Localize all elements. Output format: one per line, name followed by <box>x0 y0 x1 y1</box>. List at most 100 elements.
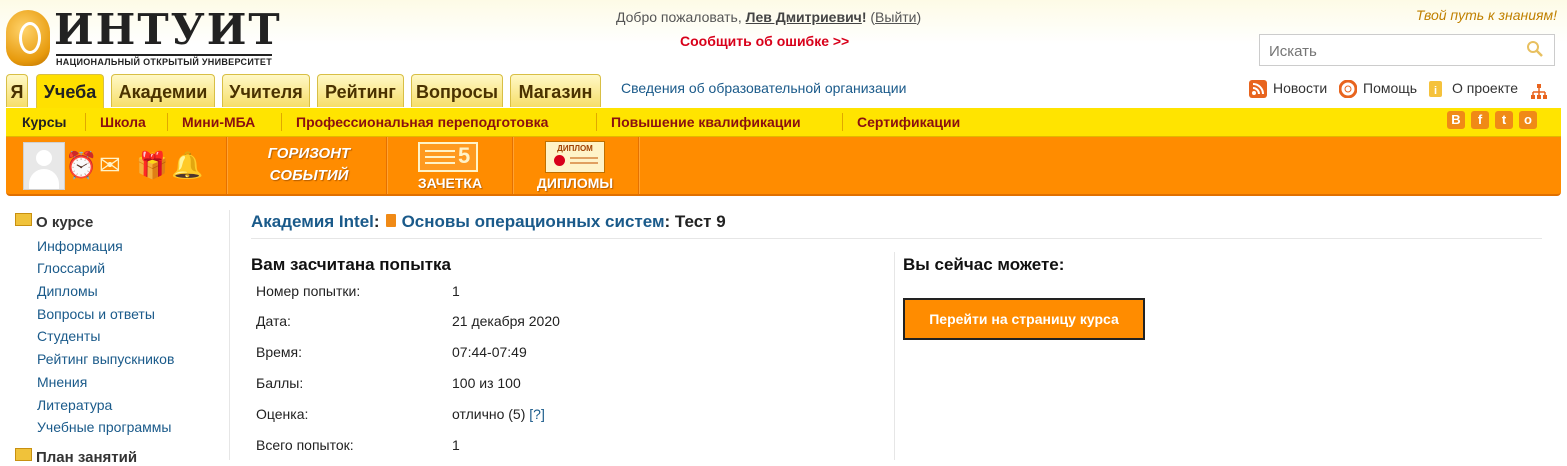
tab-rating[interactable]: Рейтинг <box>317 74 404 107</box>
gift-icon[interactable]: 🎁 <box>136 150 168 180</box>
tab-study[interactable]: Учеба <box>36 74 104 109</box>
tab-teachers[interactable]: Учителя <box>222 74 310 107</box>
search-box <box>1259 34 1555 66</box>
sidebar-header-about[interactable]: О курсе <box>15 213 93 231</box>
odnoklassniki-icon[interactable]: о <box>1519 111 1537 129</box>
attempt-date-value: 21 декабря 2020 <box>452 313 560 329</box>
sidebar-item-info[interactable]: Информация <box>37 238 123 254</box>
subnav-divider <box>596 113 597 131</box>
grade-help-link[interactable]: [?] <box>529 406 545 422</box>
sidebar-header-plan[interactable]: План занятий <box>15 448 137 466</box>
user-toolbar: ⏰ ✉ 🎁 🔔 ГОРИЗОНТ СОБЫТИЙ 5 ЗАЧЕТКА ДИПЛО… <box>6 137 1561 196</box>
attempt-score-label: Баллы: <box>256 375 304 391</box>
subnav-certifications[interactable]: Сертификации <box>857 114 960 130</box>
attempt-grade-cell: отлично (5) [?] <box>452 406 545 422</box>
attempt-number-label: Номер попытки: <box>256 283 361 299</box>
record-book-button[interactable]: 5 ЗАЧЕТКА <box>391 137 509 194</box>
breadcrumb: Академия Intel: Основы операционных систе… <box>251 212 726 232</box>
toolbar-divider <box>226 137 227 194</box>
book-icon <box>385 214 396 227</box>
subnav-divider <box>281 113 282 131</box>
diplomas-label: ДИПЛОМЫ <box>536 175 614 191</box>
search-icon[interactable] <box>1526 40 1544 58</box>
attempt-time-value: 07:44-07:49 <box>452 344 527 360</box>
facebook-icon[interactable]: f <box>1471 111 1489 129</box>
attempt-score-value: 100 из 100 <box>452 375 521 391</box>
search-input[interactable] <box>1267 36 1521 66</box>
subnav-divider <box>85 113 86 131</box>
record-book-label: ЗАЧЕТКА <box>417 175 483 191</box>
sidebar-header-plan-label: План занятий <box>36 449 138 466</box>
rss-icon[interactable] <box>1249 80 1267 98</box>
news-link[interactable]: Новости <box>1273 80 1327 96</box>
logo-title: ИНТУИТ <box>54 5 282 54</box>
sidebar-item-graduates-rating[interactable]: Рейтинг выпускников <box>37 351 174 367</box>
info-icon[interactable]: i <box>1427 80 1445 98</box>
sidebar-header-about-label: О курсе <box>36 214 94 231</box>
go-to-course-button[interactable]: Перейти на страницу курса <box>903 298 1145 340</box>
lifebuoy-icon[interactable] <box>1339 80 1357 98</box>
sidebar-item-students[interactable]: Студенты <box>37 328 100 344</box>
attempt-grade-label: Оценка: <box>256 406 309 422</box>
breadcrumb-academy-link[interactable]: Академия Intel <box>251 212 374 231</box>
welcome-prefix: Добро пожаловать, <box>616 9 742 25</box>
sidebar-item-diplomas[interactable]: Дипломы <box>37 283 98 299</box>
intuit-logo[interactable]: ИНТУИТ НАЦИОНАЛЬНЫЙ ОТКРЫТЫЙ УНИВЕРСИТЕТ <box>6 6 286 70</box>
subnav-school[interactable]: Школа <box>100 114 146 130</box>
title-divider <box>251 238 1542 239</box>
vk-icon[interactable]: В <box>1447 111 1465 129</box>
events-horizon-button[interactable]: ГОРИЗОНТ СОБЫТИЙ <box>234 137 384 194</box>
diploma-icon: ДИПЛОМ <box>545 141 605 173</box>
sitemap-icon[interactable] <box>1530 83 1548 101</box>
sidebar-item-literature[interactable]: Литература <box>37 397 112 413</box>
subnav-retraining[interactable]: Профессиональная переподготовка <box>296 114 548 130</box>
sidebar-item-glossary[interactable]: Глоссарий <box>37 260 105 276</box>
attempt-total-label: Всего попыток: <box>256 437 354 453</box>
tab-shop[interactable]: Магазин <box>510 74 601 107</box>
logo-subtitle: НАЦИОНАЛЬНЫЙ ОТКРЫТЫЙ УНИВЕРСИТЕТ <box>56 54 273 67</box>
logout-link[interactable]: Выйти <box>875 9 916 25</box>
toolbar-divider <box>512 137 513 194</box>
sidebar-item-opinions[interactable]: Мнения <box>37 374 87 390</box>
grade-digit: 5 <box>458 143 471 168</box>
actions-heading: Вы сейчас можете: <box>903 255 1065 274</box>
attempt-date-label: Дата: <box>256 313 291 329</box>
twitter-icon[interactable]: t <box>1495 111 1513 129</box>
sidebar-item-curricula[interactable]: Учебные программы <box>37 419 171 435</box>
subnav-mini-mba[interactable]: Мини-МБА <box>182 114 255 130</box>
sidebar-divider <box>229 210 230 460</box>
toolbar-divider <box>386 137 387 194</box>
svg-text:i: i <box>1434 85 1437 97</box>
envelope-icon[interactable]: ✉ <box>99 150 121 180</box>
logout-close: ) <box>916 9 922 25</box>
avatar[interactable] <box>23 142 65 190</box>
alarm-clock-icon[interactable]: ⏰ <box>65 150 97 180</box>
tab-me[interactable]: Я <box>6 74 28 107</box>
diploma-small-text: ДИПЛОМ <box>557 144 593 153</box>
intuit-emblem-icon <box>6 10 50 66</box>
subnav-qualification[interactable]: Повышение квалификации <box>611 114 801 130</box>
subnav-courses[interactable]: Курсы <box>22 114 66 130</box>
attempt-heading: Вам засчитана попытка <box>251 255 451 274</box>
bell-icon[interactable]: 🔔 <box>171 150 203 180</box>
attempt-number-value: 1 <box>452 283 460 299</box>
folder-icon <box>15 448 32 461</box>
toolbar-divider <box>638 137 639 194</box>
about-link[interactable]: О проекте <box>1452 80 1518 96</box>
attempt-time-label: Время: <box>256 344 303 360</box>
tab-questions[interactable]: Вопросы <box>411 74 503 107</box>
attempt-grade-value: отлично (5) <box>452 406 526 422</box>
diplomas-button[interactable]: ДИПЛОМ ДИПЛОМЫ <box>516 137 634 194</box>
attempt-total-value: 1 <box>452 437 460 453</box>
header: ИНТУИТ НАЦИОНАЛЬНЫЙ ОТКРЫТЫЙ УНИВЕРСИТЕТ… <box>0 0 1567 74</box>
report-error-link[interactable]: Сообщить об ошибке >> <box>680 33 849 49</box>
help-link[interactable]: Помощь <box>1363 80 1417 96</box>
tab-academies[interactable]: Академии <box>111 74 215 107</box>
subnav-divider <box>167 113 168 131</box>
horizon-line1: ГОРИЗОНТ <box>267 145 351 162</box>
sidebar-item-qa[interactable]: Вопросы и ответы <box>37 306 155 322</box>
user-name-link[interactable]: Лев Дмитриевич <box>746 9 862 25</box>
breadcrumb-course-link[interactable]: Основы операционных систем <box>402 212 665 231</box>
slogan: Твой путь к знаниям! <box>1415 7 1557 23</box>
org-info-link[interactable]: Сведения об образовательной организации <box>621 80 906 96</box>
